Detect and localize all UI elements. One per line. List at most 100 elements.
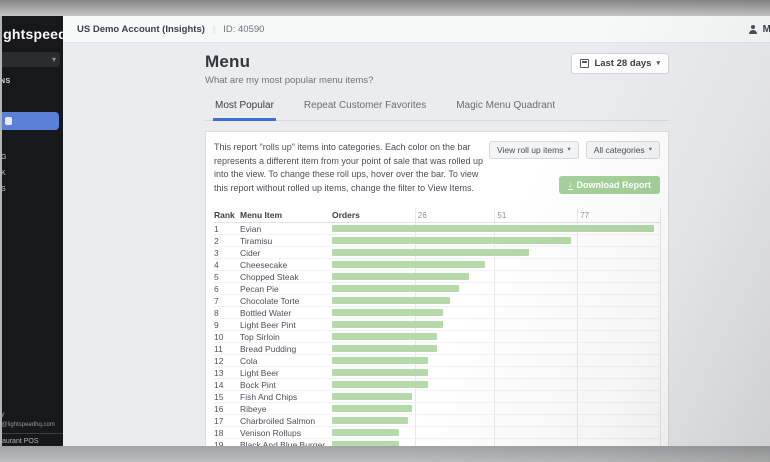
- menu-item-cell: Top Sirloin: [240, 331, 332, 343]
- sidebar-footer-line: y: [2, 411, 63, 418]
- bar-cell: [332, 223, 660, 235]
- rank-cell: 3: [214, 247, 240, 259]
- menu-item-cell: Cheesecake: [240, 259, 332, 271]
- menu-item-cell: Charbroiled Salmon: [240, 415, 332, 427]
- sidebar-item[interactable]: S: [2, 182, 63, 198]
- menu-item-cell: Ribeye: [240, 403, 332, 415]
- tab-magic-menu-quadrant[interactable]: Magic Menu Quadrant: [454, 100, 557, 121]
- rank-cell: 16: [214, 403, 240, 415]
- rollup-filter-dropdown[interactable]: View roll up items ▾: [489, 141, 579, 159]
- menu-item-cell: Bock Pint: [240, 379, 332, 391]
- account-id: ID: 40590: [223, 24, 264, 35]
- bar-cell: [332, 331, 660, 343]
- column-header-orders: Orders: [332, 208, 660, 223]
- video-letterbox-top: [0, 0, 770, 16]
- page-title: Menu: [205, 52, 373, 72]
- orders-bar[interactable]: [332, 429, 399, 436]
- category-filter-dropdown[interactable]: All categories ▾: [586, 141, 660, 159]
- report-card: This report "rolls up" items into catego…: [205, 131, 669, 446]
- menu-item-cell: Pecan Pie: [240, 283, 332, 295]
- rank-cell: 4: [214, 259, 240, 271]
- orders-bar[interactable]: [332, 273, 469, 280]
- download-report-button[interactable]: ↓ Download Report: [559, 176, 660, 194]
- rank-cell: 10: [214, 331, 240, 343]
- orders-bar[interactable]: [332, 249, 529, 256]
- lightspeed-logo: ightspeed: [2, 26, 63, 42]
- chevron-down-icon: ▾: [567, 147, 570, 154]
- user-menu-label: M: [763, 24, 770, 35]
- bar-cell: [332, 295, 660, 307]
- sidebar-item-selected[interactable]: [2, 112, 59, 130]
- rank-cell: 15: [214, 391, 240, 403]
- bar-cell: [332, 235, 660, 247]
- x-axis-tick-label: 51: [497, 208, 506, 223]
- sidebar-item[interactable]: G: [2, 150, 63, 166]
- bar-cell: [332, 379, 660, 391]
- video-letterbox-bottom: [0, 446, 770, 462]
- orders-bar[interactable]: [332, 225, 654, 232]
- sidebar-account-dropdown[interactable]: ▾: [2, 52, 60, 67]
- orders-bar[interactable]: [332, 393, 412, 400]
- user-menu[interactable]: M: [749, 24, 768, 35]
- bar-cell: [332, 355, 660, 367]
- orders-bar[interactable]: [332, 297, 450, 304]
- orders-bar[interactable]: [332, 309, 443, 316]
- date-range-label: Last 28 days: [594, 58, 651, 69]
- menu-item-cell: Bread Pudding: [240, 343, 332, 355]
- bar-cell: [332, 307, 660, 319]
- bar-cell: [332, 259, 660, 271]
- sidebar: ightspeed ▾ NS G K S y t@lightspeedhq.co…: [2, 16, 63, 446]
- rank-cell: 6: [214, 283, 240, 295]
- sidebar-footer-divider: [2, 433, 63, 434]
- rank-cell: 5: [214, 271, 240, 283]
- rank-cell: 7: [214, 295, 240, 307]
- menu-item-cell: Bottled Water: [240, 307, 332, 319]
- date-range-button[interactable]: Last 28 days ▾: [571, 53, 669, 74]
- tab-most-popular[interactable]: Most Popular: [213, 100, 276, 121]
- orders-bar[interactable]: [332, 417, 408, 424]
- bar-cell: [332, 403, 660, 415]
- report-controls: View roll up items ▾ All categories ▾ ↓: [489, 141, 660, 195]
- tab-repeat-customer-favorites[interactable]: Repeat Customer Favorites: [302, 100, 428, 121]
- chevron-down-icon: ▾: [52, 54, 56, 65]
- orders-bar[interactable]: [332, 285, 459, 292]
- sidebar-footer: y t@lightspeedhq.com taurant POS: [2, 411, 63, 445]
- rank-cell: 12: [214, 355, 240, 367]
- menu-item-cell: Evian: [240, 223, 332, 235]
- download-report-label: Download Report: [577, 180, 652, 190]
- orders-bar[interactable]: [332, 357, 428, 364]
- x-axis-tick-label: 77: [580, 208, 589, 223]
- orders-bar[interactable]: [332, 381, 428, 388]
- bar-cell: [332, 319, 660, 331]
- menu-item-cell: Chopped Steak: [240, 271, 332, 283]
- orders-bar[interactable]: [332, 237, 571, 244]
- bar-cell: [332, 427, 660, 439]
- rank-cell: 9: [214, 319, 240, 331]
- sidebar-section-label: NS: [2, 78, 63, 85]
- menu-item-cell: Light Beer: [240, 367, 332, 379]
- bar-cell: [332, 367, 660, 379]
- category-filter-label: All categories: [594, 145, 645, 155]
- orders-bar[interactable]: [332, 405, 412, 412]
- page-subtitle: What are my most popular menu items?: [205, 75, 373, 86]
- account-name: US Demo Account (Insights): [77, 24, 205, 35]
- orders-bar[interactable]: [332, 345, 437, 352]
- main-area: US Demo Account (Insights) | ID: 40590 M…: [63, 16, 770, 446]
- topbar-divider: |: [213, 24, 215, 34]
- report-description: This report "rolls up" items into catego…: [214, 141, 489, 195]
- menu-item-cell: Cider: [240, 247, 332, 259]
- selected-item-icon: [5, 117, 12, 125]
- orders-bar[interactable]: [332, 333, 437, 340]
- rank-cell: 14: [214, 379, 240, 391]
- sidebar-item[interactable]: K: [2, 166, 63, 182]
- bar-cell: [332, 343, 660, 355]
- menu-item-cell: Fish And Chips: [240, 391, 332, 403]
- orders-bar[interactable]: [332, 369, 428, 376]
- rank-cell: 2: [214, 235, 240, 247]
- top-bar: US Demo Account (Insights) | ID: 40590 M: [63, 16, 770, 43]
- orders-bar[interactable]: [332, 261, 485, 268]
- rank-cell: 17: [214, 415, 240, 427]
- column-header-rank: Rank: [214, 208, 240, 223]
- bar-cell: [332, 439, 660, 446]
- orders-bar[interactable]: [332, 321, 443, 328]
